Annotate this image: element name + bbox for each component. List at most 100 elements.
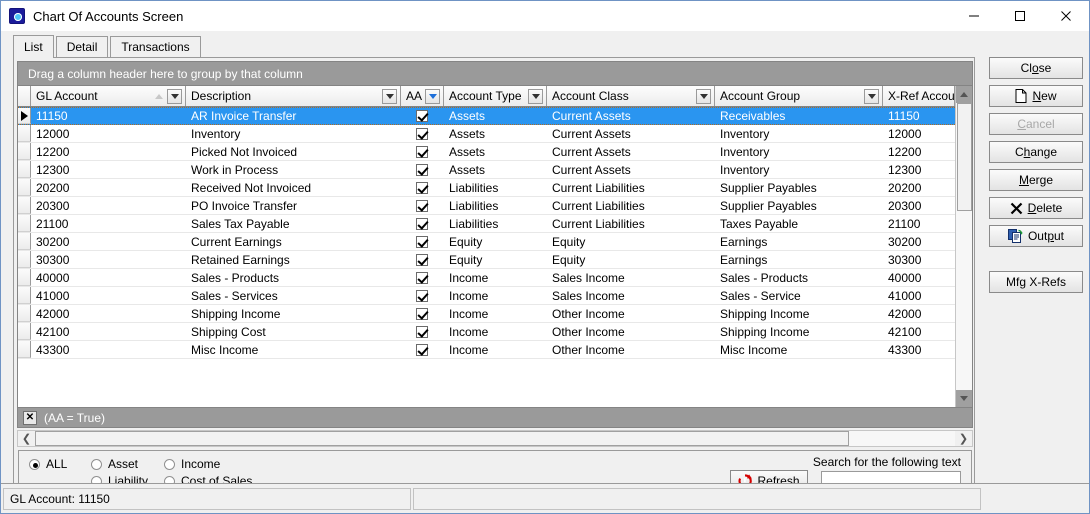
table-row[interactable]: 41000 Sales - Services Income Sales Income S… bbox=[18, 287, 955, 305]
table-row[interactable]: 40000 Sales - Products Income Sales Income S… bbox=[18, 269, 955, 287]
cell-account_group[interactable]: Receivables bbox=[715, 108, 883, 124]
cell-aa[interactable] bbox=[401, 179, 444, 196]
cell-account_class[interactable]: Current Assets bbox=[547, 161, 715, 178]
cell-xref_account[interactable]: 40000 bbox=[883, 269, 955, 286]
cell-description[interactable]: Sales - Services bbox=[186, 287, 401, 304]
cell-xref_account[interactable]: 43300 bbox=[883, 341, 955, 358]
cell-description[interactable]: Sales - Products bbox=[186, 269, 401, 286]
cell-aa[interactable] bbox=[401, 161, 444, 178]
cell-account_group[interactable]: Sales - Products bbox=[715, 269, 883, 286]
column-header-xref-account[interactable]: X-Ref Account bbox=[883, 86, 955, 106]
cell-account_group[interactable]: Sales - Service bbox=[715, 287, 883, 304]
filter-dropdown-gl-account-icon[interactable] bbox=[167, 88, 182, 104]
table-row[interactable]: 42100 Shipping Cost Income Other Income Ship… bbox=[18, 323, 955, 341]
cell-aa[interactable] bbox=[401, 125, 444, 142]
cell-xref_account[interactable]: 21100 bbox=[883, 215, 955, 232]
cell-gl_account[interactable]: 30300 bbox=[31, 251, 186, 268]
cell-account_class[interactable]: Current Assets bbox=[547, 108, 715, 124]
cell-gl_account[interactable]: 40000 bbox=[31, 269, 186, 286]
checkbox-aa[interactable] bbox=[416, 253, 428, 266]
cell-xref_account[interactable]: 42100 bbox=[883, 323, 955, 340]
cell-account_class[interactable]: Current Liabilities bbox=[547, 179, 715, 196]
checkbox-aa[interactable] bbox=[416, 110, 428, 122]
cell-gl_account[interactable]: 11150 bbox=[31, 108, 186, 124]
column-header-gl-account[interactable]: GL Account bbox=[31, 86, 186, 106]
cell-gl_account[interactable]: 12000 bbox=[31, 125, 186, 142]
cell-xref_account[interactable]: 20200 bbox=[883, 179, 955, 196]
checkbox-aa[interactable] bbox=[416, 181, 428, 194]
cell-account_type[interactable]: Income bbox=[444, 269, 547, 286]
cell-description[interactable]: Inventory bbox=[186, 125, 401, 142]
table-row[interactable]: 20300 PO Invoice Transfer Liabilities Curre… bbox=[18, 197, 955, 215]
cell-account_type[interactable]: Liabilities bbox=[444, 197, 547, 214]
checkbox-aa[interactable] bbox=[416, 235, 428, 248]
cell-account_type[interactable]: Assets bbox=[444, 108, 547, 124]
cell-description[interactable]: Shipping Income bbox=[186, 305, 401, 322]
cell-aa[interactable] bbox=[401, 341, 444, 358]
cell-description[interactable]: Received Not Invoiced bbox=[186, 179, 401, 196]
cell-account_class[interactable]: Equity bbox=[547, 233, 715, 250]
cell-account_type[interactable]: Income bbox=[444, 305, 547, 322]
cell-aa[interactable] bbox=[401, 323, 444, 340]
tab-list[interactable]: List bbox=[13, 35, 54, 58]
row-indicator[interactable] bbox=[18, 197, 31, 214]
cell-aa[interactable] bbox=[401, 215, 444, 232]
cell-account_class[interactable]: Current Assets bbox=[547, 143, 715, 160]
cell-aa[interactable] bbox=[401, 143, 444, 160]
maximize-icon[interactable] bbox=[997, 1, 1043, 31]
cell-aa[interactable] bbox=[401, 108, 444, 124]
cell-description[interactable]: Sales Tax Payable bbox=[186, 215, 401, 232]
column-header-account-group[interactable]: Account Group bbox=[715, 86, 883, 106]
filter-dropdown-aa-icon[interactable] bbox=[425, 88, 440, 104]
table-row[interactable]: 12000 Inventory Assets Current Assets Invent… bbox=[18, 125, 955, 143]
cell-account_group[interactable]: Shipping Income bbox=[715, 323, 883, 340]
radio-all[interactable]: ALL bbox=[29, 457, 67, 471]
radio-income[interactable]: Income bbox=[164, 457, 252, 471]
cell-account_class[interactable]: Other Income bbox=[547, 323, 715, 340]
row-indicator[interactable] bbox=[18, 215, 31, 232]
row-indicator[interactable] bbox=[18, 108, 31, 124]
scroll-down-arrow-icon[interactable] bbox=[956, 390, 972, 407]
cell-gl_account[interactable]: 43300 bbox=[31, 341, 186, 358]
cell-gl_account[interactable]: 21100 bbox=[31, 215, 186, 232]
cell-gl_account[interactable]: 42000 bbox=[31, 305, 186, 322]
cell-account_group[interactable]: Inventory bbox=[715, 161, 883, 178]
checkbox-aa[interactable] bbox=[416, 307, 428, 320]
table-row[interactable]: 43300 Misc Income Income Other Income Misc I… bbox=[18, 341, 955, 359]
cell-xref_account[interactable]: 12300 bbox=[883, 161, 955, 178]
cell-account_type[interactable]: Liabilities bbox=[444, 215, 547, 232]
checkbox-aa[interactable] bbox=[416, 127, 428, 140]
cell-account_group[interactable]: Supplier Payables bbox=[715, 197, 883, 214]
row-indicator[interactable] bbox=[18, 251, 31, 268]
table-row[interactable]: 21100 Sales Tax Payable Liabilities Current… bbox=[18, 215, 955, 233]
cell-aa[interactable] bbox=[401, 269, 444, 286]
row-indicator[interactable] bbox=[18, 125, 31, 142]
vertical-scroll-track[interactable] bbox=[956, 103, 972, 390]
row-indicator[interactable] bbox=[18, 179, 31, 196]
filter-close-icon[interactable]: ✕ bbox=[23, 410, 37, 425]
delete-button[interactable]: Delete bbox=[989, 197, 1083, 219]
row-indicator[interactable] bbox=[18, 341, 31, 358]
cell-account_type[interactable]: Income bbox=[444, 341, 547, 358]
horizontal-scroll-thumb[interactable] bbox=[35, 431, 850, 446]
filter-dropdown-account-class-icon[interactable] bbox=[696, 88, 711, 104]
cell-account_class[interactable]: Current Liabilities bbox=[547, 215, 715, 232]
cell-account_class[interactable]: Other Income bbox=[547, 305, 715, 322]
cell-xref_account[interactable]: 12200 bbox=[883, 143, 955, 160]
change-button[interactable]: Change bbox=[989, 141, 1083, 163]
checkbox-aa[interactable] bbox=[416, 199, 428, 212]
filter-dropdown-account-type-icon[interactable] bbox=[528, 88, 543, 104]
cell-aa[interactable] bbox=[401, 305, 444, 322]
cell-xref_account[interactable]: 41000 bbox=[883, 287, 955, 304]
cell-gl_account[interactable]: 41000 bbox=[31, 287, 186, 304]
cell-gl_account[interactable]: 20200 bbox=[31, 179, 186, 196]
checkbox-aa[interactable] bbox=[416, 163, 428, 176]
cell-account_type[interactable]: Equity bbox=[444, 251, 547, 268]
close-icon[interactable] bbox=[1043, 1, 1089, 31]
cell-account_group[interactable]: Shipping Income bbox=[715, 305, 883, 322]
cell-account_class[interactable]: Current Assets bbox=[547, 125, 715, 142]
merge-button[interactable]: Merge bbox=[989, 169, 1083, 191]
cell-account_type[interactable]: Assets bbox=[444, 125, 547, 142]
horizontal-scroll-track[interactable] bbox=[35, 431, 955, 446]
table-row[interactable]: 12300 Work in Process Assets Current Assets… bbox=[18, 161, 955, 179]
